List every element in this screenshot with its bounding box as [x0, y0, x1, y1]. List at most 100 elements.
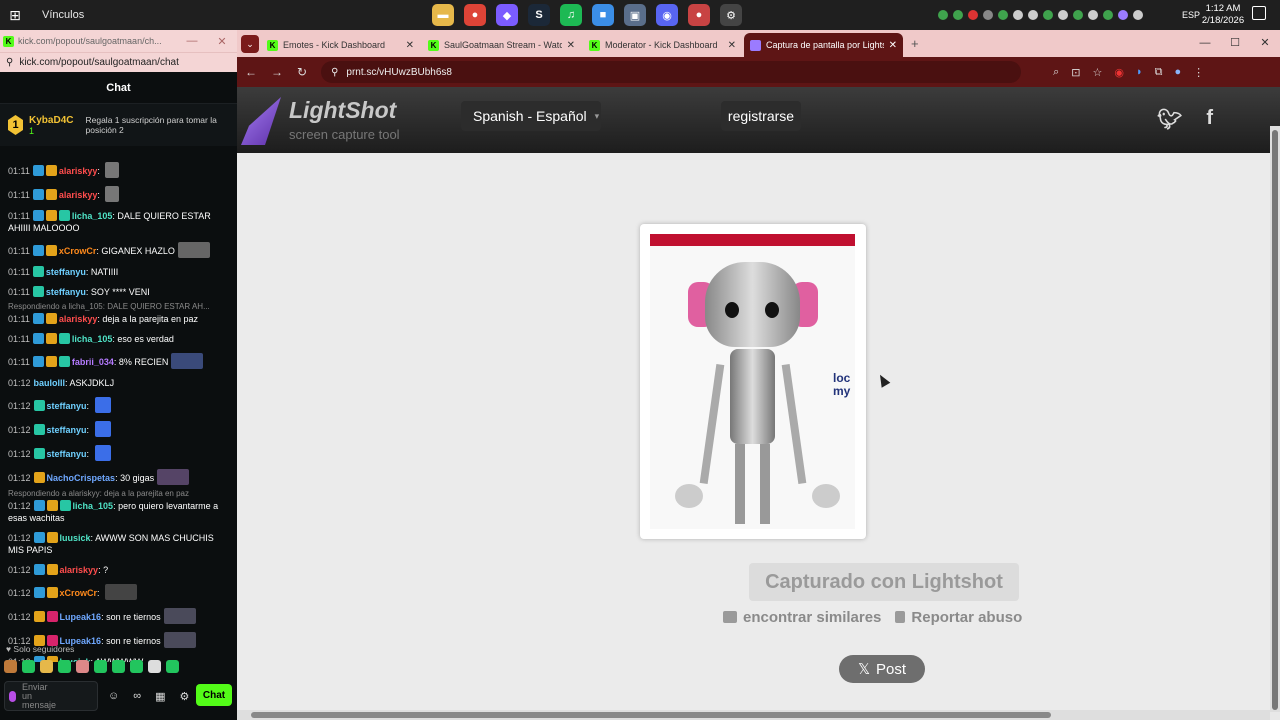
chat-username[interactable]: xCrowCr: [60, 588, 98, 598]
chat-username[interactable]: steffanyu: [47, 425, 87, 435]
address-bar[interactable]: ⚲ prnt.sc/vHUwzBUbh6s8: [321, 61, 1022, 83]
reload-icon[interactable]: ↻: [297, 65, 307, 79]
chat-message[interactable]: 01:11 licha_105: eso es verdad: [0, 333, 237, 345]
chat-message[interactable]: 01:11 alariskyy:: [0, 162, 237, 178]
tab-close-icon[interactable]: ✕: [567, 40, 575, 51]
language-indicator[interactable]: ESP: [1182, 10, 1200, 20]
chat-message[interactable]: 01:11 steffanyu: SOY **** VENI: [0, 286, 237, 298]
chat-username[interactable]: alariskyy: [60, 565, 99, 575]
tab-close-icon[interactable]: ✕: [406, 40, 414, 51]
screenshot-image-frame[interactable]: loc my: [640, 224, 866, 539]
chat-message[interactable]: 01:11 steffanyu: NATIIII: [0, 266, 237, 278]
extension-icon[interactable]: ◉: [1114, 66, 1124, 79]
language-select[interactable]: Spanish - Español ▾: [461, 101, 601, 131]
browser-tab[interactable]: K Emotes - Kick Dashboard ✕: [261, 33, 420, 57]
extensions-puzzle-icon[interactable]: ⧉: [1155, 66, 1163, 79]
chat-messages[interactable]: 01:11 alariskyy: 01:11 alariskyy: 01:11 lic…: [0, 162, 237, 662]
register-button[interactable]: registrarse: [721, 101, 801, 131]
chat-message[interactable]: 01:12 licha_105: pero quiero levantarme a…: [0, 500, 237, 524]
emoji-icon[interactable]: ☺: [108, 690, 119, 703]
chat-username[interactable]: luusick: [60, 533, 91, 543]
emote-button[interactable]: [58, 660, 71, 673]
browser-tab[interactable]: K Moderator - Kick Dashboard ✕: [583, 33, 742, 57]
emote-button[interactable]: [76, 660, 89, 673]
chat-message[interactable]: 01:12 alariskyy: ?: [0, 564, 237, 576]
clock[interactable]: 1:12 AM 2/18/2026: [1200, 3, 1246, 27]
chat-message[interactable]: 01:12 NachoCrispetas: 30 gigas: [0, 469, 237, 485]
system-tray[interactable]: [938, 0, 1143, 30]
chat-message[interactable]: 01:12 luusick: AWWW SON MAS CHUCHIS MIS P…: [0, 532, 237, 556]
emote-button[interactable]: [112, 660, 125, 673]
chat-username[interactable]: licha_105: [72, 334, 113, 344]
chat-username[interactable]: xCrowCr: [59, 246, 97, 256]
chat-message[interactable]: 01:11 alariskyy: deja a la parejita en pa…: [0, 313, 237, 325]
maximize-icon[interactable]: ☐: [1220, 30, 1250, 57]
send-chat-button[interactable]: Chat: [196, 684, 232, 706]
chat-username[interactable]: NachoCrispetas: [47, 473, 116, 483]
site-info-icon[interactable]: ⚲: [6, 57, 13, 68]
chat-username[interactable]: licha_105: [72, 211, 113, 221]
site-info-icon[interactable]: ⚲: [331, 67, 338, 78]
chat-message[interactable]: 01:11 alariskyy:: [0, 186, 237, 202]
chat-username[interactable]: alariskyy: [59, 166, 98, 176]
chat-username[interactable]: steffanyu: [47, 401, 87, 411]
find-similar-link[interactable]: encontrar similares: [723, 609, 881, 626]
new-tab-button[interactable]: +: [911, 36, 919, 51]
chat-message[interactable]: 01:11 fabrii_034: 8% RECIEN: [0, 353, 237, 369]
twitter-icon[interactable]: 🐦︎: [1157, 107, 1182, 132]
copilot-icon[interactable]: ◆: [496, 4, 518, 26]
report-abuse-link[interactable]: Reportar abuso: [895, 609, 1022, 626]
spotify-icon[interactable]: ♫: [560, 4, 582, 26]
robot-app-icon[interactable]: ⚙: [720, 4, 742, 26]
chat-username[interactable]: steffanyu: [47, 449, 87, 459]
reply-context[interactable]: Respondiendo a licha_105: DALE QUIERO ES…: [0, 302, 237, 311]
chat-username[interactable]: alariskyy: [59, 314, 98, 324]
community-icon[interactable]: ∞: [133, 690, 141, 703]
back-icon[interactable]: ←: [245, 65, 257, 79]
app-icon[interactable]: ▣: [624, 4, 646, 26]
forward-icon[interactable]: →: [271, 65, 283, 79]
close-icon[interactable]: ✕: [207, 35, 237, 48]
chat-username[interactable]: Lupeak16: [60, 612, 102, 622]
chat-message-input[interactable]: Enviar un mensaje: [4, 681, 98, 711]
chat-message[interactable]: 01:11 licha_105: DALE QUIERO ESTAR AHIIII…: [0, 210, 237, 234]
chat-username[interactable]: alariskyy: [59, 190, 98, 200]
emote-button[interactable]: [4, 660, 17, 673]
zoom-icon[interactable]: ⌕: [1053, 66, 1059, 79]
menu-icon[interactable]: ⋮: [1193, 66, 1204, 79]
browser-tab[interactable]: Captura de pantalla por Lightsh ✕: [744, 33, 903, 57]
chat-message[interactable]: 01:11 xCrowCr: GIGANEX HAZLO: [0, 242, 237, 258]
emote-button[interactable]: [166, 660, 179, 673]
browser-tab[interactable]: K SaulGoatmaan Stream - Watch ✕: [422, 33, 581, 57]
pinned-gifter[interactable]: 1 KybaD4C 1 Regala 1 suscripción para to…: [0, 104, 237, 146]
emote-button[interactable]: [148, 660, 161, 673]
tab-close-icon[interactable]: ✕: [728, 40, 736, 51]
chat-message[interactable]: 01:12 steffanyu:: [0, 397, 237, 413]
close-icon[interactable]: ✕: [1250, 30, 1280, 57]
discord-icon[interactable]: ◉: [656, 4, 678, 26]
install-icon[interactable]: ⊡: [1071, 66, 1080, 79]
chrome-icon[interactable]: ●: [464, 4, 486, 26]
horizontal-scrollbar[interactable]: [237, 710, 1270, 720]
notifications-icon[interactable]: [1252, 6, 1266, 20]
emote-button[interactable]: [94, 660, 107, 673]
emote-button[interactable]: [22, 660, 35, 673]
emote-button[interactable]: [130, 660, 143, 673]
chat-username[interactable]: licha_105: [73, 501, 114, 511]
lightshot-logo[interactable]: LightShot screen capture tool: [241, 93, 411, 147]
vertical-scrollbar[interactable]: [1270, 126, 1280, 712]
taskbar-folder-label[interactable]: Vínculos: [42, 9, 84, 21]
mic-icon[interactable]: [9, 690, 16, 702]
facebook-icon[interactable]: f: [1206, 107, 1213, 132]
reply-context[interactable]: Respondiendo a alariskyy: deja a la pare…: [0, 489, 237, 498]
chat-message[interactable]: 01:12 Lupeak16: son re tiernos: [0, 608, 237, 624]
extension-icon[interactable]: ◗: [1136, 66, 1143, 79]
minimize-icon[interactable]: —: [1190, 30, 1220, 57]
chat-message[interactable]: 01:12 xCrowCr:: [0, 584, 237, 600]
emote-button[interactable]: [40, 660, 53, 673]
store-icon[interactable]: ■: [592, 4, 614, 26]
chat-username[interactable]: baulolll: [34, 378, 66, 388]
store-icon[interactable]: ▦: [155, 690, 165, 703]
popup-address-bar[interactable]: ⚲ kick.com/popout/saulgoatmaan/chat: [0, 52, 237, 72]
profile-avatar-icon[interactable]: ●: [1174, 66, 1181, 79]
